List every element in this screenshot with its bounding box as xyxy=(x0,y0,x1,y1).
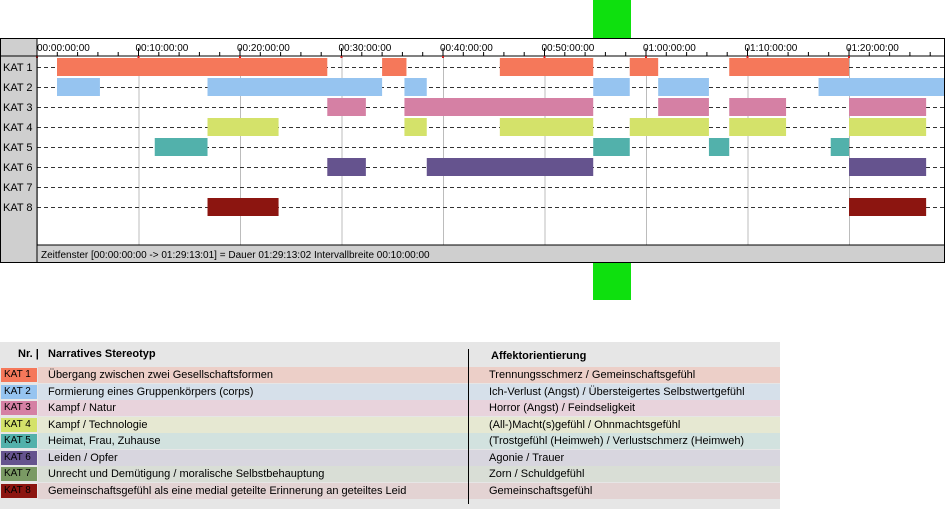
legend-header-nr: Nr. | xyxy=(18,348,39,360)
affekt-text: Zorn / Schuldgefühl xyxy=(489,468,585,480)
category-badge: KAT 4 xyxy=(1,417,37,432)
time-tick-label: 00:20:00:00 xyxy=(237,43,290,54)
interval-bar xyxy=(404,78,427,96)
legend-row: KAT 8 Gemeinschaftsgefühl als eine medial… xyxy=(0,482,780,499)
stereotyp-text: Unrecht und Demütigung / moralische Selb… xyxy=(48,468,325,480)
interval-bar xyxy=(729,58,849,76)
interval-bar xyxy=(57,78,100,96)
interval-bar xyxy=(658,98,709,116)
stereotyp-text: Leiden / Opfer xyxy=(48,451,118,464)
ruler-red-mark xyxy=(746,56,749,58)
affekt-text: Gemeinschaftsgefühl xyxy=(489,484,593,497)
interval-bar xyxy=(658,78,709,96)
legend-header-stereotyp: Narratives Stereotyp xyxy=(48,348,156,360)
ruler-red-mark xyxy=(442,56,444,58)
affekt-text: (Trostgefühl (Heimweh) / Verlustschmerz … xyxy=(489,435,745,447)
time-tick-label: 00:10:00:00 xyxy=(136,43,189,54)
category-badge: KAT 5 xyxy=(1,434,37,448)
interval-bar xyxy=(593,78,630,96)
interval-bar xyxy=(327,98,366,116)
legend-row: KAT 4 Kampf / Technologie (All-)Macht(s)ge… xyxy=(0,416,780,433)
interval-bar xyxy=(404,98,594,116)
row-label: KAT 6 xyxy=(3,162,33,174)
legend-row: KAT 3 Kampf / Natur Horror (Angst) / Feind… xyxy=(0,400,780,416)
time-tick-label: 00:30:00:00 xyxy=(339,43,392,54)
affekt-text: (All-)Macht(s)gefühl / Ohnmachtsgefühl xyxy=(489,418,681,431)
ruler-red-mark xyxy=(645,56,647,58)
row-label: KAT 3 xyxy=(3,102,33,114)
timeline-chart: 00:00:00:00 00:10:00:00 00:20:00:00 00:30:0… xyxy=(0,38,945,263)
legend-row: KAT 7 Unrecht und Demütigung / moralische… xyxy=(0,466,780,482)
legend-row: KAT 2 Formierung eines Gruppenkörpers (co… xyxy=(0,383,780,400)
interval-bar xyxy=(154,138,208,156)
interval-bar xyxy=(818,78,945,96)
interval-bar xyxy=(849,98,927,116)
stereotyp-text: Heimat, Frau, Zuhause xyxy=(48,435,161,447)
time-tick-label: 01:10:00:00 xyxy=(745,43,798,54)
legend-row: KAT 1 Übergang zwischen zwei Gesellschaft… xyxy=(0,367,780,383)
stereotyp-text: Kampf / Natur xyxy=(48,402,116,414)
category-badge: KAT 8 xyxy=(1,483,37,498)
interval-bar xyxy=(207,198,279,216)
legend-header-affekt: Affektorientierung xyxy=(491,350,587,362)
stereotyp-text: Formierung eines Gruppenkörpers (corps) xyxy=(48,385,254,398)
interval-bar xyxy=(207,78,383,96)
interval-bar xyxy=(849,158,927,176)
ruler-red-mark xyxy=(543,56,546,58)
row-label: KAT 4 xyxy=(3,122,33,134)
legend-row: KAT 5 Heimat, Frau, Zuhause (Trostgefühl (… xyxy=(0,433,780,449)
category-badge: KAT 3 xyxy=(1,401,37,415)
time-tick-label: 01:20:00:00 xyxy=(846,43,899,54)
interval-bar xyxy=(729,98,787,116)
time-tick-label: 00:00:00:00 xyxy=(37,43,90,54)
legend-header: Nr. | Narratives Stereotyp Affektorienti… xyxy=(0,342,780,366)
ruler-red-mark xyxy=(848,56,850,58)
row-label: KAT 7 xyxy=(3,182,33,194)
interval-bar xyxy=(729,118,787,136)
affekt-text: Agonie / Trauer xyxy=(489,451,565,464)
interval-bar xyxy=(327,158,366,176)
interval-bar xyxy=(830,138,849,156)
bottom-green-marker xyxy=(593,263,631,300)
legend-table: Nr. | Narratives Stereotyp Affektorienti… xyxy=(0,342,780,509)
interval-bar xyxy=(593,138,630,156)
legend-row: KAT 6 Leiden / Opfer Agonie / Trauer xyxy=(0,449,780,466)
top-green-marker xyxy=(593,0,631,38)
ruler-red-mark xyxy=(340,56,343,58)
interval-bar xyxy=(629,58,659,76)
row-label: KAT 1 xyxy=(3,62,33,74)
category-badge: KAT 6 xyxy=(1,450,37,465)
interval-bar xyxy=(849,198,927,216)
stereotyp-text: Übergang zwischen zwei Gesellschaftsform… xyxy=(48,369,273,381)
time-tick-label: 01:00:00:00 xyxy=(643,43,696,54)
interval-bar xyxy=(426,158,594,176)
row-label: KAT 5 xyxy=(3,142,33,154)
interval-bar xyxy=(499,118,594,136)
row-label: KAT 8 xyxy=(3,202,33,214)
interval-bar xyxy=(404,118,427,136)
interval-bar xyxy=(499,58,594,76)
row-label: KAT 2 xyxy=(3,82,33,94)
category-badge: KAT 1 xyxy=(1,368,37,382)
affekt-text: Ich-Verlust (Angst) / Übersteigertes Sel… xyxy=(489,385,745,398)
affekt-text: Horror (Angst) / Feindseligkeit xyxy=(489,402,636,414)
status-text: Zeitfenster [00:00:00:00 -> 01:29:13:01]… xyxy=(41,250,430,261)
ruler-red-mark xyxy=(239,56,241,58)
affekt-text: Trennungsschmerz / Gemeinschaftsgefühl xyxy=(489,369,696,381)
interval-bar xyxy=(708,138,730,156)
time-tick-label: 00:40:00:00 xyxy=(440,43,493,54)
interval-bar xyxy=(629,118,709,136)
stereotyp-text: Gemeinschaftsgefühl als eine medial gete… xyxy=(48,484,407,497)
stereotyp-text: Kampf / Technologie xyxy=(48,418,148,431)
interval-bar xyxy=(382,58,407,76)
ruler-red-mark xyxy=(137,56,140,58)
time-tick-label: 00:50:00:00 xyxy=(542,43,595,54)
interval-bar xyxy=(207,118,279,136)
interval-bar xyxy=(57,58,328,76)
category-badge: KAT 2 xyxy=(1,384,37,399)
interval-bar xyxy=(849,118,927,136)
category-badge: KAT 7 xyxy=(1,467,37,481)
